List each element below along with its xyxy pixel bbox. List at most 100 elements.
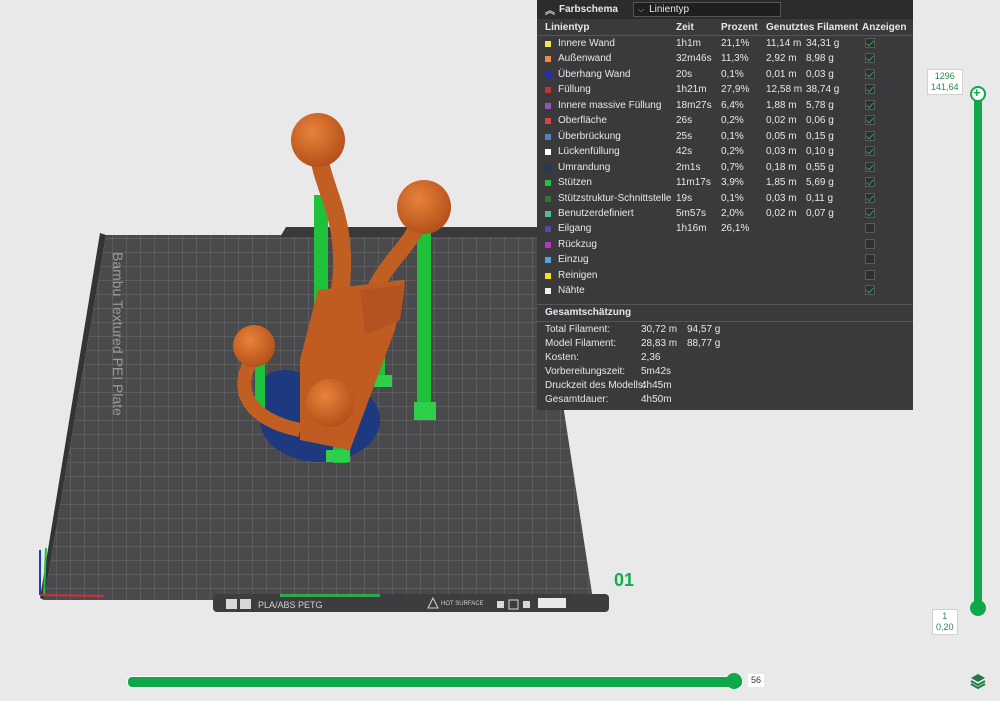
row-percent: 0,1% <box>721 130 744 142</box>
col-header-time: Zeit <box>676 22 694 33</box>
plate-number[interactable]: 01 <box>614 570 634 590</box>
row-weight: 5,69 g <box>806 177 834 189</box>
row-percent: 26,1% <box>721 223 750 235</box>
summary-label: Vorbereitungszeit: <box>545 366 626 377</box>
row-weight: 0,15 g <box>806 130 834 142</box>
row-time: 20s <box>676 68 693 80</box>
line-type-row[interactable]: Reinigen <box>537 268 913 283</box>
row-type: Außenwand <box>558 53 612 65</box>
row-weight: 0,55 g <box>806 161 834 173</box>
summary-divider <box>537 321 913 322</box>
line-type-row[interactable]: Füllung 1h21m 27,9% 12,58 m 38,74 g <box>537 82 913 97</box>
bottom-layer-label: 1 0,20 <box>932 609 958 635</box>
show-checkbox[interactable] <box>865 285 875 296</box>
color-swatch <box>545 241 551 248</box>
row-type: Überhang Wand <box>558 68 631 80</box>
summary-value-secondary: 88,77 g <box>687 338 721 349</box>
show-checkbox[interactable] <box>865 84 875 95</box>
summary-label: Model Filament: <box>545 338 617 349</box>
line-type-row[interactable]: Lückenfüllung 42s 0,2% 0,03 m 0,10 g <box>537 144 913 159</box>
row-type: Füllung <box>558 84 591 96</box>
color-swatch <box>545 118 551 125</box>
line-type-row[interactable]: Nähte <box>537 283 913 298</box>
row-time: 11m17s <box>676 177 711 189</box>
line-type-row[interactable]: Überbrückung 25s 0,1% 0,05 m 0,15 g <box>537 129 913 144</box>
row-percent: 3,9% <box>721 177 744 189</box>
line-type-row[interactable]: Innere Wand 1h1m 21,1% 11,14 m 34,31 g <box>537 36 913 51</box>
row-length: 2,92 m <box>766 53 797 65</box>
row-time: 1h21m <box>676 84 707 96</box>
show-checkbox[interactable] <box>865 68 875 79</box>
line-type-row[interactable]: Einzug <box>537 252 913 267</box>
move-slider[interactable] <box>127 676 743 688</box>
show-checkbox[interactable] <box>865 177 875 188</box>
row-percent: 0,2% <box>721 146 744 158</box>
layer-slider-top-handle[interactable]: + <box>970 85 986 102</box>
line-type-row[interactable]: Stützstruktur-Schnittstelle 19s 0,1% 0,03 m… <box>537 191 913 206</box>
filament-label: PLA/ABS PETG <box>258 600 323 610</box>
col-header-show: Anzeigen <box>862 22 907 33</box>
line-type-row[interactable]: Innere massive Füllung 18m27s 6,4% 1,88 m 5,… <box>537 98 913 113</box>
line-type-row[interactable]: Überhang Wand 20s 0,1% 0,01 m 0,03 g <box>537 67 913 82</box>
panel-header[interactable]: ︽ Farbschema ⌵ Linientyp <box>537 0 913 19</box>
layers-icon[interactable] <box>969 672 987 690</box>
col-header-type: Linientyp <box>545 22 590 33</box>
summary-label: Gesamtdauer: <box>545 394 609 405</box>
row-length: 0,03 m <box>766 192 797 204</box>
row-type: Innere massive Füllung <box>558 99 662 111</box>
row-length: 1,88 m <box>766 99 797 111</box>
line-type-row[interactable]: Oberfläche 26s 0,2% 0,02 m 0,06 g <box>537 113 913 128</box>
show-checkbox[interactable] <box>865 115 875 126</box>
row-length: 12,58 m <box>766 84 803 96</box>
summary-value: 5m42s <box>641 366 672 377</box>
dropdown-value: Linientyp <box>649 4 690 15</box>
show-checkbox[interactable] <box>865 254 875 265</box>
line-type-row[interactable]: Benutzerdefiniert 5m57s 2,0% 0,02 m 0,07 g <box>537 206 913 221</box>
line-type-row[interactable]: Stützen 11m17s 3,9% 1,85 m 5,69 g <box>537 175 913 190</box>
show-checkbox[interactable] <box>865 146 875 157</box>
show-checkbox[interactable] <box>865 38 875 48</box>
row-weight: 0,03 g <box>806 68 834 80</box>
top-layer-height: 141,64 <box>931 82 959 92</box>
color-swatch <box>545 272 551 279</box>
layer-slider[interactable] <box>974 92 982 608</box>
row-percent: 2,0% <box>721 207 744 219</box>
line-type-row[interactable]: Eilgang 1h16m 26,1% <box>537 221 913 236</box>
row-time: 2m1s <box>676 161 701 173</box>
color-swatch <box>545 56 551 63</box>
row-type: Oberfläche <box>558 115 607 127</box>
layer-slider-bottom-handle[interactable] <box>970 600 986 616</box>
row-type: Eilgang <box>558 223 592 235</box>
show-checkbox[interactable] <box>865 223 875 234</box>
color-swatch <box>545 102 551 109</box>
col-header-percent: Prozent <box>721 22 758 33</box>
show-checkbox[interactable] <box>865 192 875 203</box>
color-swatch <box>545 226 551 233</box>
row-time: 1h1m <box>676 38 702 49</box>
row-length: 0,05 m <box>766 130 797 142</box>
color-swatch <box>545 210 551 217</box>
show-checkbox[interactable] <box>865 238 875 249</box>
show-checkbox[interactable] <box>865 99 875 110</box>
show-checkbox[interactable] <box>865 207 875 218</box>
color-swatch <box>545 149 551 156</box>
show-checkbox[interactable] <box>865 130 875 141</box>
row-length: 1,85 m <box>766 177 797 189</box>
show-checkbox[interactable] <box>865 269 875 280</box>
row-time: 19s <box>676 192 693 204</box>
summary-divider-top <box>537 304 913 305</box>
summary-value: 30,72 m <box>641 324 678 335</box>
row-weight: 8,98 g <box>806 53 834 65</box>
line-type-row[interactable]: Rückzug <box>537 237 913 252</box>
move-slider-handle[interactable] <box>726 673 742 689</box>
show-checkbox[interactable] <box>865 161 875 172</box>
row-percent: 11,3% <box>721 53 749 65</box>
line-type-row[interactable]: Außenwand 32m46s 11,3% 2,92 m 8,98 g <box>537 51 913 66</box>
line-type-row[interactable]: Umrandung 2m1s 0,7% 0,18 m 0,55 g <box>537 160 913 175</box>
summary-value: 28,83 m <box>641 338 678 349</box>
top-layer-number: 1296 <box>934 71 955 81</box>
row-weight: 5,78 g <box>806 99 834 111</box>
line-type-dropdown[interactable]: ⌵ Linientyp <box>633 2 781 17</box>
show-checkbox[interactable] <box>865 53 875 64</box>
collapse-icon[interactable]: ︽ <box>545 2 559 17</box>
